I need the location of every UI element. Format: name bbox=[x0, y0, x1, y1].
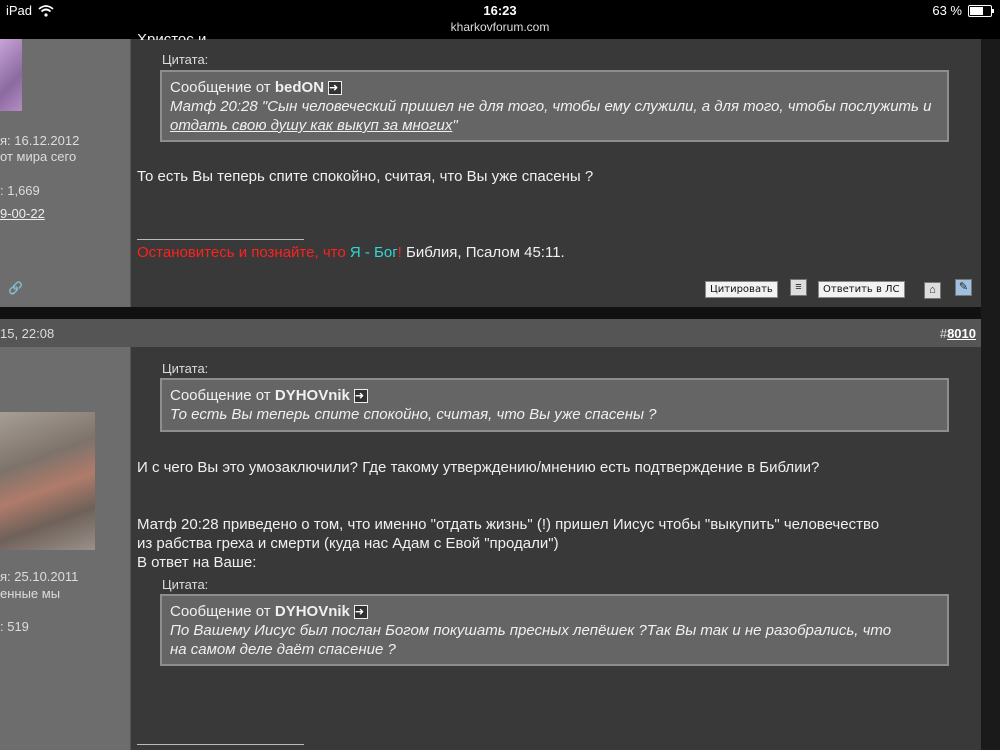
sig-red-exclaim: ! bbox=[397, 244, 407, 261]
post1-user-link[interactable]: 9-00-22 bbox=[0, 206, 45, 221]
post2-quote2-label: Цитата: bbox=[162, 577, 209, 592]
post2-quote1-box: Сообщение от DYHOVnik То есть Вы теперь … bbox=[160, 378, 949, 432]
post2-number[interactable]: #8010 bbox=[940, 326, 976, 341]
post-number-hash: # bbox=[939, 326, 948, 341]
post1-quote-box: Сообщение от bedON Матф 20:28 "Сын челов… bbox=[160, 70, 949, 142]
post2-location: енные мы bbox=[0, 586, 61, 601]
post-number-link[interactable]: 8010 bbox=[947, 326, 976, 341]
sig-red-text: Остановитесь и познайте, что bbox=[137, 244, 350, 261]
post2-quote1-label: Цитата: bbox=[162, 361, 209, 376]
post1-post-count: : 1,669 bbox=[0, 183, 40, 198]
post2-quote2-header: Сообщение от DYHOVnik bbox=[170, 602, 939, 622]
status-right: 63 % bbox=[932, 3, 994, 18]
multiquote-icon[interactable]: ≡ bbox=[790, 279, 807, 296]
right-gutter bbox=[981, 39, 1000, 750]
post1-avatar[interactable] bbox=[0, 39, 22, 111]
post2-body2-line2: из рабства греха и смерти (куда нас Адам… bbox=[137, 535, 559, 552]
quote-tail: " bbox=[452, 117, 458, 134]
post2-body2-line1: Матф 20:28 приведено о том, что именно "… bbox=[137, 516, 880, 533]
battery-icon bbox=[968, 4, 994, 17]
clock: 16:23 bbox=[483, 3, 517, 18]
signature-divider bbox=[137, 744, 304, 745]
quote-button[interactable]: Цитировать bbox=[705, 281, 778, 298]
reply-pm-button[interactable]: Ответить в ЛС bbox=[818, 281, 905, 298]
quote-author: bedON bbox=[274, 79, 325, 96]
post1-title-partial: Христос и. bbox=[137, 31, 211, 40]
post-separator bbox=[0, 307, 1000, 319]
post1-quote-label: Цитата: bbox=[162, 52, 209, 67]
sig-reference: Библия, Псалом 45:11. bbox=[406, 244, 565, 261]
post1-quote-text: Матф 20:28 "Сын человеческий пришел не д… bbox=[170, 97, 939, 135]
home-icon[interactable]: ⌂ bbox=[924, 282, 941, 299]
post2-quote2-box: Сообщение от DYHOVnik По Вашему Иисус бы… bbox=[160, 594, 949, 666]
view-post-icon[interactable] bbox=[328, 79, 343, 98]
sig-cyan-text: Я - Бог bbox=[349, 244, 398, 261]
post2-post-count: : 519 bbox=[0, 619, 29, 634]
quote-author: DYHOVnik bbox=[274, 603, 350, 620]
post2-body1: И с чего Вы это умозаключили? Где такому… bbox=[137, 459, 820, 476]
battery-percent: 63 % bbox=[932, 3, 962, 18]
quote-from-label: Сообщение от bbox=[170, 603, 275, 620]
post1-quote-header: Сообщение от bedON bbox=[170, 78, 939, 98]
post2-avatar[interactable] bbox=[0, 412, 95, 550]
post1-location: от мира сего bbox=[0, 149, 77, 164]
post2-body3: В ответ на Ваше: bbox=[137, 554, 257, 571]
quote-from-label: Сообщение от bbox=[170, 387, 275, 404]
post2-quote1-header: Сообщение от DYHOVnik bbox=[170, 386, 939, 406]
view-post-icon[interactable] bbox=[353, 603, 368, 622]
report-icon[interactable]: ✎ bbox=[955, 279, 972, 296]
quote-text: Матф 20:28 "Сын человеческий пришел не д… bbox=[170, 98, 932, 115]
view-post-icon[interactable] bbox=[353, 387, 368, 406]
quote-from-label: Сообщение от bbox=[170, 79, 275, 96]
post2-header bbox=[0, 319, 981, 347]
post2-date: 15, 22:08 bbox=[0, 326, 55, 341]
post2-quote1-text: То есть Вы теперь спите спокойно, считая… bbox=[170, 406, 657, 423]
post2-join-date: я: 25.10.2011 bbox=[0, 569, 79, 584]
quote-link[interactable]: отдать свою душу как выкуп за многих bbox=[170, 117, 452, 134]
post2-quote2-text-line2: на самом деле даёт спасение ? bbox=[170, 641, 396, 658]
post1-body: То есть Вы теперь спите спокойно, считая… bbox=[137, 168, 594, 185]
post2-quote2-text-line1: По Вашему Иисус был послан Богом покушат… bbox=[170, 622, 892, 639]
quote-author: DYHOVnik bbox=[274, 387, 350, 404]
paperclip-icon[interactable]: 🔗 bbox=[8, 281, 23, 295]
post1-join-date: я: 16.12.2012 bbox=[0, 133, 80, 148]
post1-signature: Остановитесь и познайте, что Я - Бог! Би… bbox=[137, 243, 565, 262]
signature-divider bbox=[137, 239, 304, 240]
